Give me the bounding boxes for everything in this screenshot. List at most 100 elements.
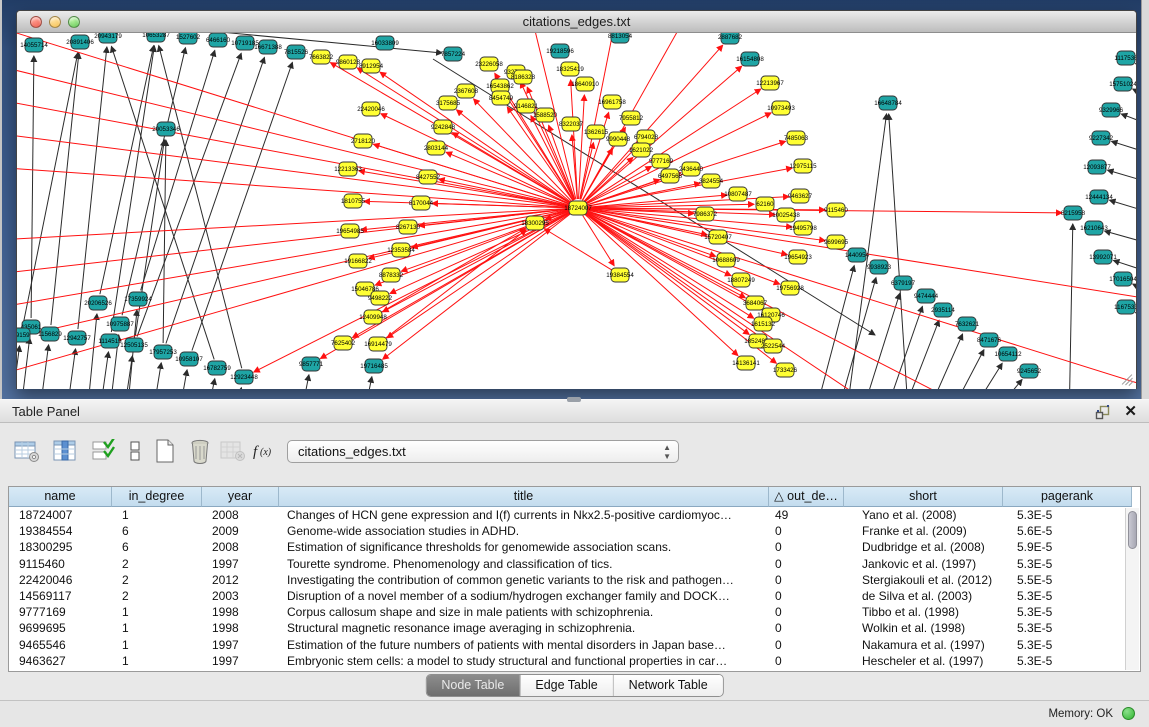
graph-node[interactable]: 10958107 [175, 352, 203, 366]
graph-node[interactable]: 7485063 [784, 131, 809, 145]
graph-node[interactable]: 17957253 [149, 345, 177, 359]
vertical-scrollbar[interactable] [1125, 508, 1139, 670]
graph-node[interactable]: 1733426 [773, 363, 798, 377]
graph-node[interactable]: 9938923 [867, 260, 892, 274]
graph-node[interactable]: 12093877 [1083, 160, 1111, 174]
table-row[interactable]: 1830029562008Estimation of significance … [9, 539, 1132, 555]
graph-node[interactable]: 16033809 [371, 36, 399, 50]
column-header-out-de-[interactable]: △ out_de… [769, 487, 844, 507]
graph-node[interactable]: 2436440 [679, 162, 704, 176]
graph-node[interactable]: 9990448 [606, 132, 631, 146]
table-row[interactable]: 1456911722003Disruption of a novel membe… [9, 588, 1132, 604]
graph-node[interactable]: 8471676 [977, 333, 1002, 347]
column-chooser-icon[interactable] [50, 436, 80, 466]
graph-node[interactable]: 8215958 [1061, 206, 1086, 220]
graph-node[interactable]: 8454749 [489, 91, 514, 105]
graph-node[interactable]: 7815526 [284, 45, 309, 59]
close-panel-icon[interactable]: ✕ [1124, 402, 1137, 420]
tab-node-table[interactable]: Node Table [426, 675, 519, 696]
graph-node[interactable]: 17016504 [1109, 272, 1136, 286]
graph-node[interactable]: 7857224 [441, 47, 466, 61]
resize-grip[interactable] [1118, 373, 1134, 387]
graph-node[interactable]: 18325419 [556, 62, 584, 76]
graph-node[interactable]: 1615132 [751, 317, 776, 331]
table-row[interactable]: 1872400712008Changes of HCN gene express… [9, 507, 1132, 523]
graph-node[interactable]: 8813054 [608, 33, 633, 43]
graph-node[interactable]: 23226058 [475, 57, 503, 71]
graph-node[interactable]: 9245652 [1017, 364, 1042, 378]
table-row[interactable]: 977716911998Corpus callosum shape and si… [9, 604, 1132, 620]
graph-node[interactable]: 19654985 [336, 224, 364, 238]
graph-node[interactable]: 9329966 [1099, 103, 1124, 117]
graph-node[interactable]: 12213967 [756, 76, 784, 90]
graph-node[interactable]: 3684067 [743, 296, 768, 310]
graph-node[interactable]: 18640910 [571, 77, 599, 91]
column-header-title[interactable]: title [279, 487, 769, 507]
graph-node[interactable]: 16914479 [364, 337, 392, 351]
graph-node[interactable]: 6794028 [634, 130, 659, 144]
graph-node[interactable]: 20891406 [66, 35, 94, 49]
tab-edge-table[interactable]: Edge Table [519, 675, 612, 696]
graph-node[interactable]: 3175685 [436, 96, 461, 110]
scrollbar-thumb[interactable] [1128, 511, 1137, 549]
graph-node[interactable]: 9777169 [649, 154, 674, 168]
graph-node[interactable]: 16154808 [736, 52, 764, 66]
panel-divider-grip[interactable] [567, 397, 581, 402]
graph-node[interactable]: 10975887 [106, 317, 134, 331]
network-window-titlebar[interactable]: citations_edges.txt [17, 11, 1136, 33]
graph-node[interactable]: 16961758 [598, 95, 626, 109]
graph-node[interactable]: 9498222 [368, 291, 393, 305]
graph-node[interactable]: 9115460 [824, 203, 848, 217]
graph-node[interactable]: 10688609 [712, 253, 740, 267]
graph-node[interactable]: 6466160 [206, 33, 231, 47]
graph-node[interactable]: 9474444 [914, 289, 939, 303]
graph-node[interactable]: 19756928 [776, 281, 804, 295]
graph-node[interactable]: 9242848 [431, 120, 456, 134]
graph-node[interactable]: 2367608 [454, 84, 479, 98]
graph-node[interactable]: 9146821 [514, 99, 539, 113]
graph-node[interactable]: 8427552 [416, 170, 441, 184]
graph-node[interactable]: 8878332 [379, 268, 404, 282]
graph-node[interactable]: 7632621 [955, 317, 980, 331]
graph-node[interactable]: 7663822 [309, 50, 334, 64]
new-table-icon[interactable] [150, 436, 180, 466]
column-header-pagerank[interactable]: pagerank [1003, 487, 1132, 507]
graph-node[interactable]: 8267130 [396, 220, 421, 234]
graph-node[interactable]: 3824554 [699, 174, 724, 188]
graph-node[interactable]: 15751024 [1109, 77, 1136, 91]
graph-node[interactable]: 9857771 [299, 357, 324, 371]
graph-node[interactable]: 14055714 [20, 38, 48, 52]
graph-node[interactable]: 8170044 [409, 196, 434, 210]
graph-node[interactable]: 6379197 [891, 276, 916, 290]
graph-node[interactable]: 12213363 [334, 162, 362, 176]
graph-node[interactable]: 12444134 [1085, 190, 1113, 204]
graph-node[interactable]: 1588520 [533, 108, 558, 122]
graph-node[interactable]: 10654112 [994, 347, 1022, 361]
graph-node[interactable]: 7955812 [619, 111, 644, 125]
graph-node[interactable]: 12975115 [789, 159, 817, 173]
table-row[interactable]: 911546021997Tourette syndrome. Phenomeno… [9, 556, 1132, 572]
graph-node[interactable]: 19384554 [606, 268, 634, 282]
row-select-icon[interactable] [88, 436, 118, 466]
graph-node[interactable]: 10973493 [767, 101, 795, 115]
graph-node[interactable]: 1810755 [341, 194, 366, 208]
graph-node[interactable]: 7625402 [331, 336, 356, 350]
table-selector-dropdown[interactable]: citations_edges.txt ▲▼ [287, 440, 679, 463]
graph-node[interactable]: 20943179 [94, 33, 122, 43]
graph-node[interactable]: 2718120 [351, 134, 376, 148]
graph-node[interactable]: 2522544 [761, 339, 786, 353]
graph-node[interactable]: 62160 [756, 197, 774, 211]
graph-node[interactable]: 2803144 [424, 141, 449, 155]
graph-node[interactable]: 12942757 [63, 331, 91, 345]
graph-node[interactable]: 7986372 [693, 207, 718, 221]
graph-node[interactable]: 9463627 [788, 189, 813, 203]
graph-node[interactable]: 1114519 [98, 334, 122, 348]
graph-node[interactable]: 20206526 [84, 296, 112, 310]
column-header-in-degree[interactable]: in_degree [112, 487, 202, 507]
graph-node[interactable]: 1156829 [38, 327, 62, 341]
delete-column-icon[interactable] [218, 436, 248, 466]
table-row[interactable]: 946554611997Estimation of the future num… [9, 637, 1132, 653]
table-settings-icon[interactable] [12, 436, 42, 466]
column-header-name[interactable]: name [9, 487, 112, 507]
graph-node[interactable]: 1440954 [845, 248, 870, 262]
